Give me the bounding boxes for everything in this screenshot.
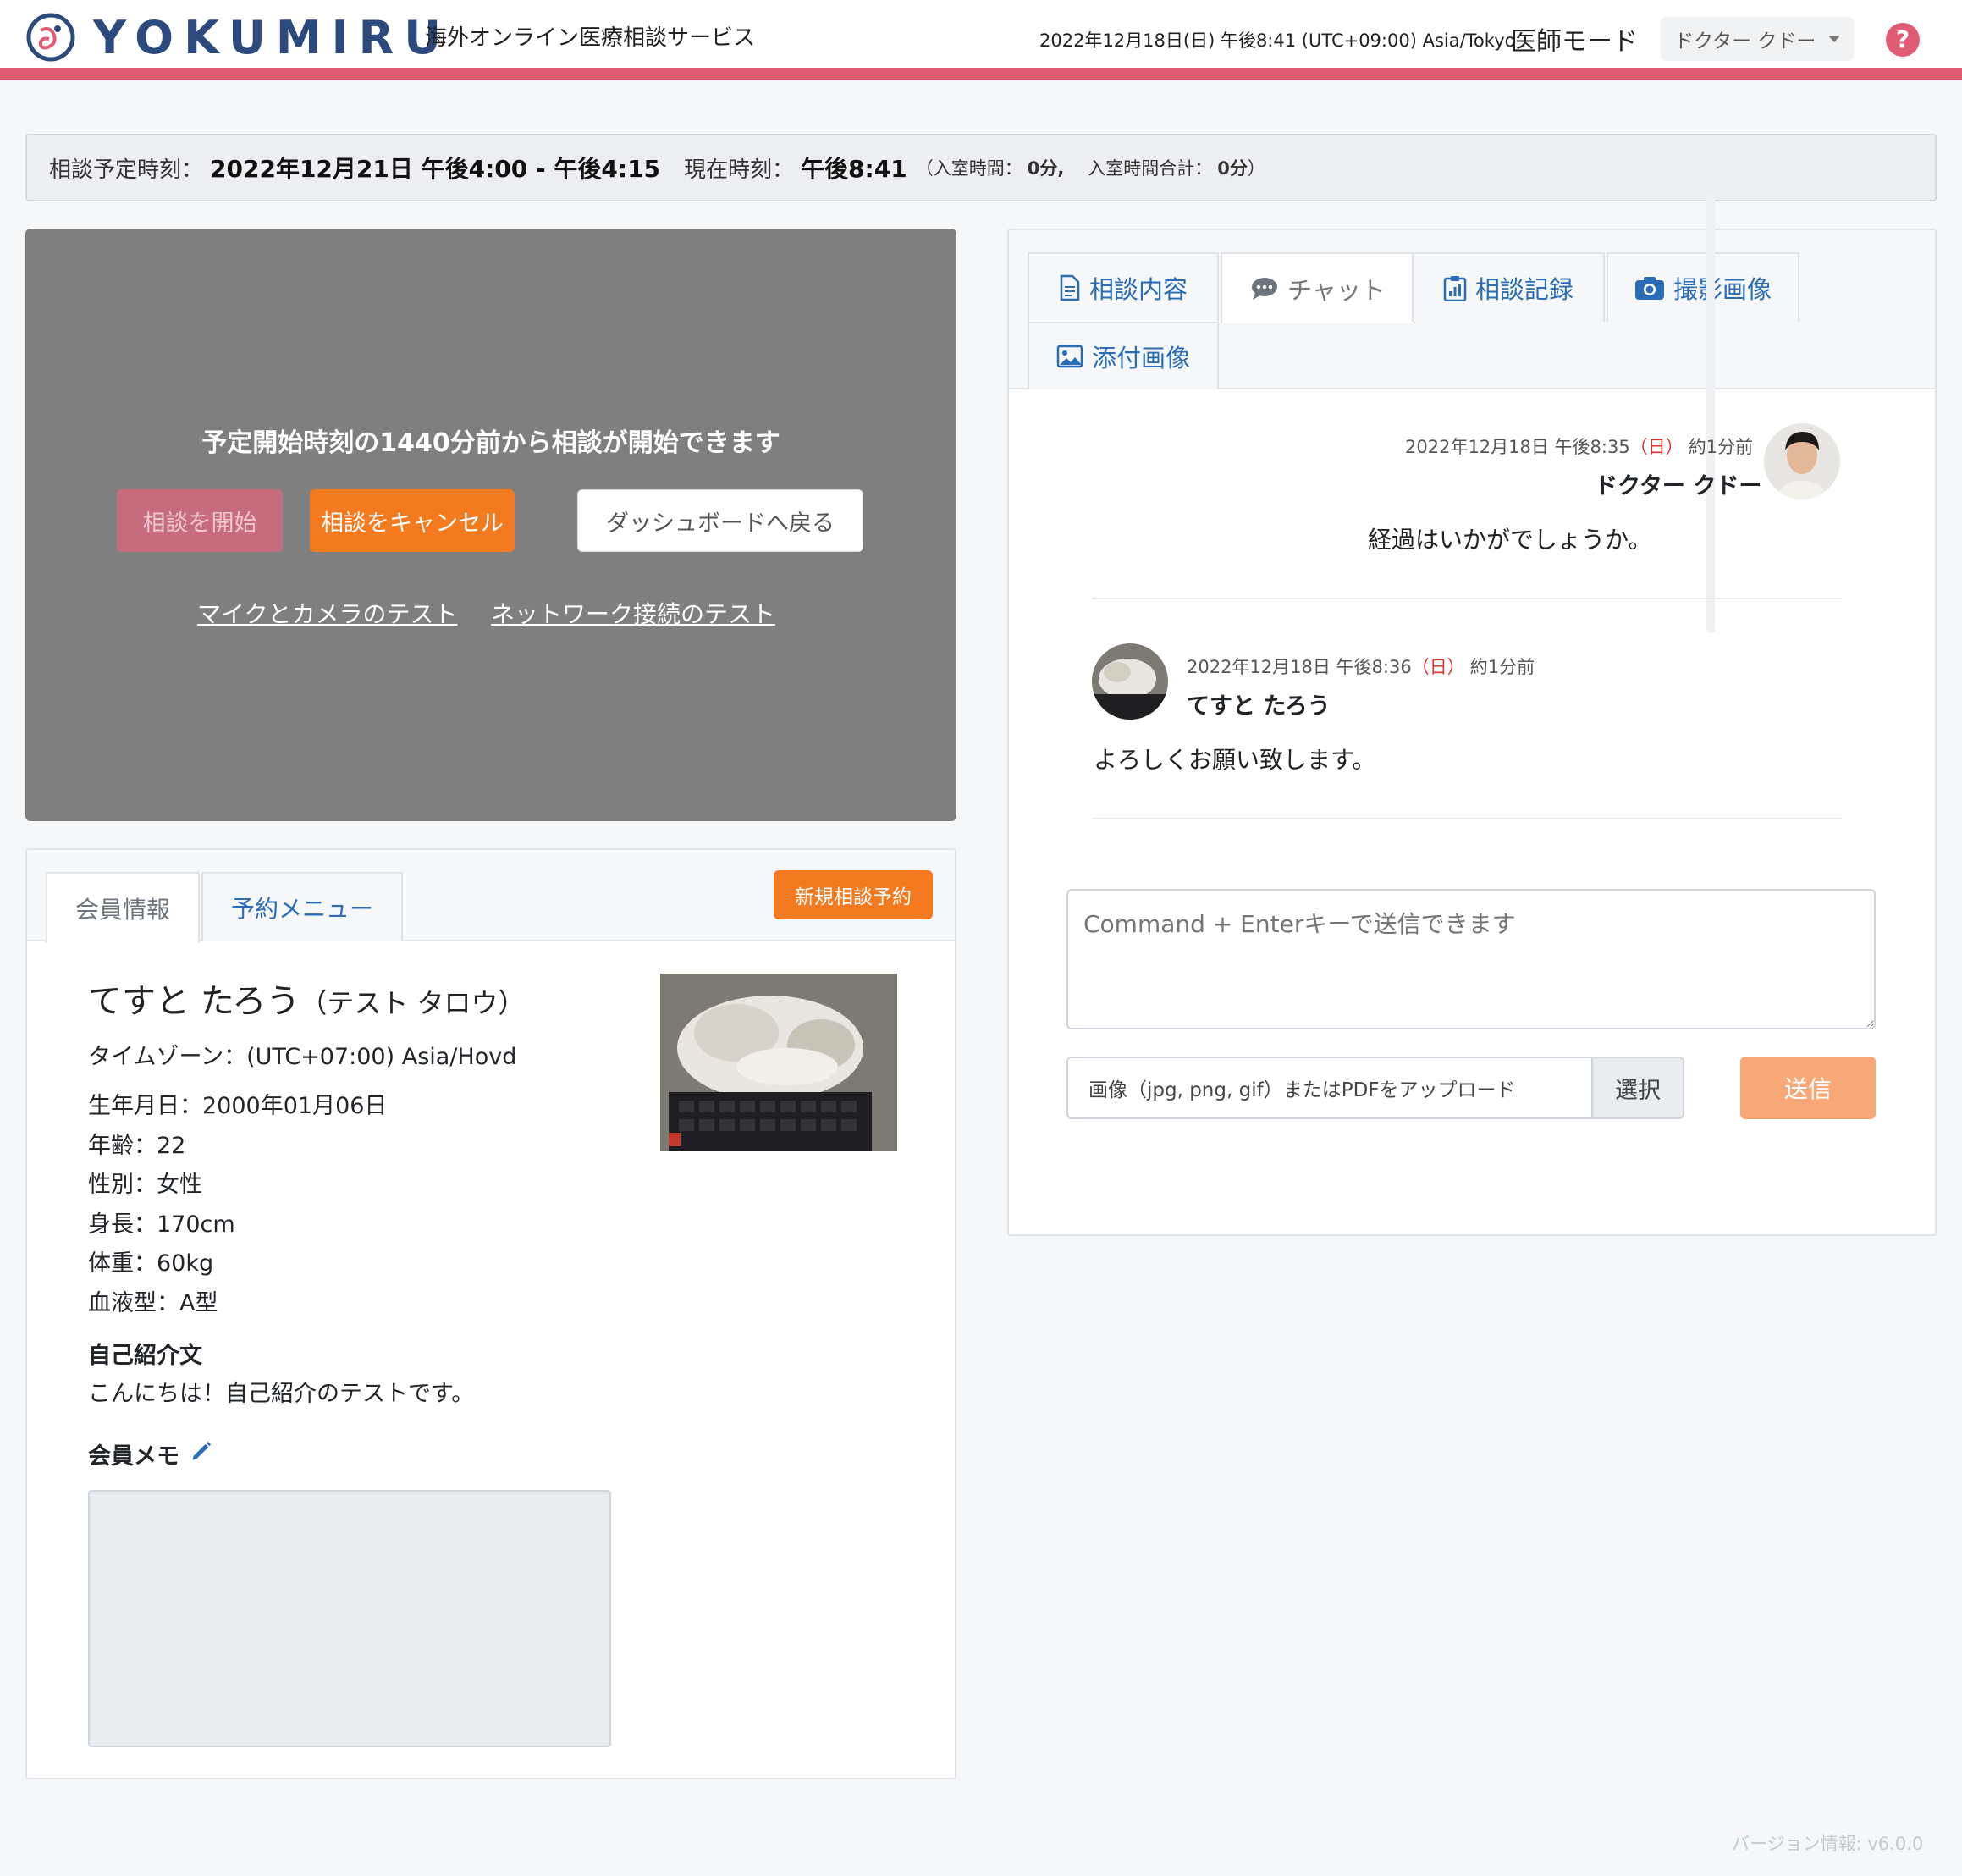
current-time: 午後8:41 — [801, 155, 907, 183]
memo-label: 会員メモ — [88, 1437, 213, 1470]
message-sender-name: ドクター クドー — [1595, 473, 1762, 499]
pencil-icon[interactable] — [190, 1439, 213, 1469]
image-icon — [1056, 345, 1083, 368]
chat-scrollbar[interactable] — [1706, 193, 1715, 633]
bio-text: こんにちは！自己紹介のテストです。 — [88, 1381, 475, 1407]
member-birthdate: 生年月日：2000年01月06日 — [88, 1093, 388, 1119]
tab-captured-images[interactable]: 撮影画像 — [1607, 252, 1799, 322]
back-to-dashboard-button[interactable]: ダッシュボードへ戻る — [577, 489, 863, 552]
chat-message-input[interactable] — [1066, 889, 1876, 1029]
document-icon — [1060, 274, 1080, 301]
start-availability-message: 予定開始時刻の1440分前から相談が開始できます — [201, 428, 780, 458]
new-booking-button[interactable]: 新規相談予約 — [774, 870, 933, 919]
paren-open: （ — [915, 158, 934, 179]
message-ago: 約1分前 — [1688, 437, 1754, 457]
member-weight: 体重：60kg — [88, 1250, 214, 1277]
message-text: よろしくお願い致します。 — [1094, 746, 1376, 774]
message-text: 経過はいかがでしょうか。 — [1368, 526, 1652, 554]
tab-booking-menu[interactable]: 予約メニュー — [201, 872, 403, 941]
message-day: （日） — [1629, 437, 1684, 457]
clipboard-chart-icon — [1443, 276, 1467, 301]
tab-consultation-record[interactable]: 相談記録 — [1412, 252, 1605, 322]
member-height: 身長：170cm — [88, 1211, 235, 1238]
member-age: 年齢：22 — [88, 1132, 186, 1159]
tab-label: チャット — [1287, 276, 1386, 305]
app-header: YOKUMIRU 海外オンライン医療相談サービス 2022年12月18日(日) … — [0, 0, 1962, 80]
help-icon[interactable]: ? — [1886, 23, 1920, 57]
start-consultation-button[interactable]: 相談を開始 — [117, 489, 283, 552]
logo-text: YOKUMIRU — [93, 10, 452, 64]
message-meta: 2022年12月18日 午後8:35（日） 約1分前 — [1405, 433, 1753, 459]
member-name-text: てすと たろう — [88, 982, 300, 1021]
memo-label-text: 会員メモ — [88, 1443, 179, 1470]
member-memo-textarea[interactable] — [88, 1490, 611, 1747]
doctor-avatar — [1764, 423, 1840, 499]
logo-mark-icon — [26, 13, 75, 62]
message-ago: 約1分前 — [1469, 657, 1535, 677]
send-button[interactable]: 送信 — [1740, 1057, 1876, 1119]
network-test-link[interactable]: ネットワーク接続のテスト — [491, 596, 775, 630]
tab-label: 添付画像 — [1091, 344, 1190, 372]
message-date: 2022年12月18日 午後8:35 — [1405, 437, 1630, 457]
tab-member-info[interactable]: 会員情報 — [46, 872, 200, 943]
user-menu-dropdown[interactable]: ドクター クドー — [1661, 17, 1854, 61]
member-photo — [660, 974, 897, 1151]
member-tabs: 会員情報 予約メニュー 新規相談予約 — [27, 850, 955, 943]
file-select-button[interactable]: 選択 — [1591, 1057, 1684, 1119]
camera-icon — [1634, 277, 1664, 300]
doctor-mode-label: 医師モード — [1511, 27, 1638, 57]
paren-close: ） — [1247, 158, 1265, 179]
message-date: 2022年12月18日 午後8:36 — [1187, 657, 1412, 677]
file-upload-group: 画像（jpg, png, gif）またはPDFをアップロード 選択 — [1066, 1057, 1684, 1119]
message-sender-name: てすと たろう — [1187, 693, 1331, 720]
entry-time-label: 入室時間： — [933, 158, 1022, 179]
header-datetime: 2022年12月18日(日) 午後8:41 (UTC+09:00) Asia/T… — [1039, 30, 1516, 51]
bio-label: 自己紹介文 — [88, 1343, 202, 1369]
message-day: （日） — [1411, 657, 1465, 677]
member-avatar — [1092, 643, 1168, 720]
schedule-bar: 相談予定時刻： 2022年12月21日 午後4:00 - 午後4:15 現在時刻… — [25, 134, 1937, 201]
tab-label: 撮影画像 — [1673, 275, 1772, 304]
entry-time-value: 0分, — [1027, 158, 1065, 179]
video-panel: 予定開始時刻の1440分前から相談が開始できます 相談を開始 相談をキャンセル … — [25, 229, 956, 821]
file-upload-field[interactable]: 画像（jpg, png, gif）またはPDFをアップロード — [1066, 1057, 1591, 1119]
member-timezone: タイムゾーン：(UTC+07:00) Asia/Hovd — [88, 1044, 517, 1070]
version-info: バージョン情報: v6.0.0 — [1732, 1834, 1924, 1854]
tab-label: 相談内容 — [1088, 275, 1188, 304]
caret-down-icon — [1828, 36, 1840, 42]
user-menu-label: ドクター クドー — [1674, 30, 1816, 52]
tab-consultation-content[interactable]: 相談内容 — [1028, 252, 1219, 322]
tab-label: 相談記録 — [1474, 275, 1573, 304]
tab-chat[interactable]: チャット — [1221, 252, 1415, 323]
member-gender: 性別：女性 — [88, 1172, 202, 1198]
message-divider — [1092, 598, 1842, 599]
current-time-label: 現在時刻： — [684, 157, 795, 183]
consultation-tabs: 相談内容 チャット 相談記録 撮影画像 添付画像 — [1009, 230, 1935, 389]
logo[interactable]: YOKUMIRU — [25, 10, 452, 64]
schedule-time: 2022年12月21日 午後4:00 - 午後4:15 — [210, 155, 661, 183]
mic-camera-test-link[interactable]: マイクとカメラのテスト — [197, 596, 457, 630]
tab-attached-images[interactable]: 添付画像 — [1028, 322, 1219, 389]
chat-bubble-icon — [1252, 278, 1278, 300]
message-divider — [1092, 818, 1842, 819]
schedule-label: 相談予定時刻： — [49, 157, 204, 183]
service-tagline: 海外オンライン医療相談サービス — [425, 25, 756, 51]
member-details: 生年月日：2000年01月06日 年齢：22 性別：女性 身長：170cm 体重… — [88, 1087, 387, 1323]
member-name: てすと たろう（テスト タロウ） — [88, 974, 526, 1023]
member-name-kana: （テスト タロウ） — [300, 987, 526, 1019]
message-meta: 2022年12月18日 午後8:36（日） 約1分前 — [1187, 654, 1535, 679]
total-time-label: 入室時間合計： — [1088, 158, 1213, 179]
member-panel: 会員情報 予約メニュー 新規相談予約 てすと たろう（テスト タロウ） タイムゾ… — [25, 848, 956, 1779]
member-blood-type: 血液型：A型 — [88, 1289, 218, 1316]
total-time-value: 0分 — [1217, 158, 1248, 179]
cancel-consultation-button[interactable]: 相談をキャンセル — [310, 489, 515, 552]
